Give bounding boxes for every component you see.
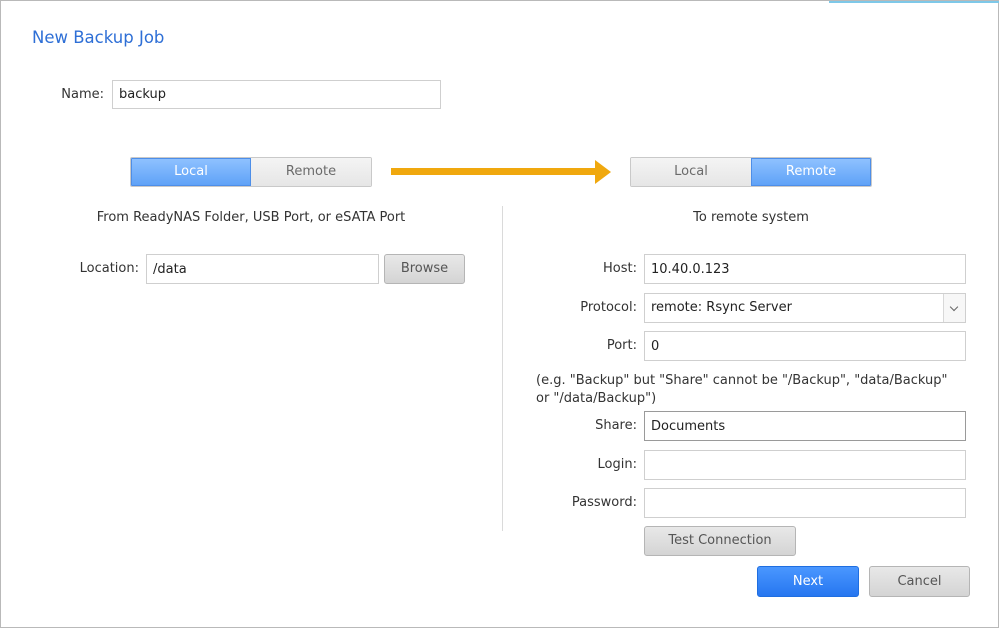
host-input[interactable] bbox=[644, 254, 966, 284]
destination-toggle: Local Remote bbox=[630, 157, 872, 187]
name-label: Name: bbox=[61, 87, 104, 102]
browse-button[interactable]: Browse bbox=[384, 254, 465, 284]
source-remote-option[interactable]: Remote bbox=[251, 158, 371, 186]
column-divider bbox=[502, 206, 503, 531]
new-backup-job-dialog: New Backup Job Name: Local Remote Local … bbox=[0, 0, 999, 628]
dialog-title: New Backup Job bbox=[32, 28, 165, 47]
test-connection-button[interactable]: Test Connection bbox=[644, 526, 796, 556]
direction-arrow-line bbox=[391, 168, 597, 175]
port-label: Port: bbox=[606, 338, 637, 353]
port-input[interactable] bbox=[644, 331, 966, 361]
protocol-selected-value: remote: Rsync Server bbox=[651, 300, 792, 315]
source-local-option[interactable]: Local bbox=[131, 158, 251, 186]
source-caption: From ReadyNAS Folder, USB Port, or eSATA… bbox=[96, 210, 406, 225]
share-hint: (e.g. "Backup" but "Share" cannot be "/B… bbox=[536, 373, 948, 406]
host-label: Host: bbox=[603, 261, 637, 276]
share-input[interactable] bbox=[644, 411, 966, 441]
destination-remote-option[interactable]: Remote bbox=[751, 158, 871, 186]
protocol-label: Protocol: bbox=[580, 300, 637, 315]
cancel-button[interactable]: Cancel bbox=[869, 566, 970, 597]
arrow-right-icon bbox=[595, 160, 611, 184]
name-input[interactable] bbox=[112, 80, 441, 109]
destination-caption: To remote system bbox=[693, 210, 809, 225]
protocol-select[interactable]: remote: Rsync Server bbox=[644, 293, 966, 323]
login-input[interactable] bbox=[644, 450, 966, 480]
login-label: Login: bbox=[597, 457, 637, 472]
chevron-down-icon[interactable] bbox=[943, 294, 965, 322]
source-toggle: Local Remote bbox=[130, 157, 372, 187]
location-label: Location: bbox=[79, 261, 139, 276]
password-label: Password: bbox=[571, 495, 637, 510]
destination-local-option[interactable]: Local bbox=[631, 158, 751, 186]
password-input[interactable] bbox=[644, 488, 966, 518]
location-input[interactable] bbox=[146, 254, 379, 284]
share-label: Share: bbox=[595, 418, 637, 433]
top-accent-bar bbox=[829, 1, 999, 3]
next-button[interactable]: Next bbox=[757, 566, 859, 597]
